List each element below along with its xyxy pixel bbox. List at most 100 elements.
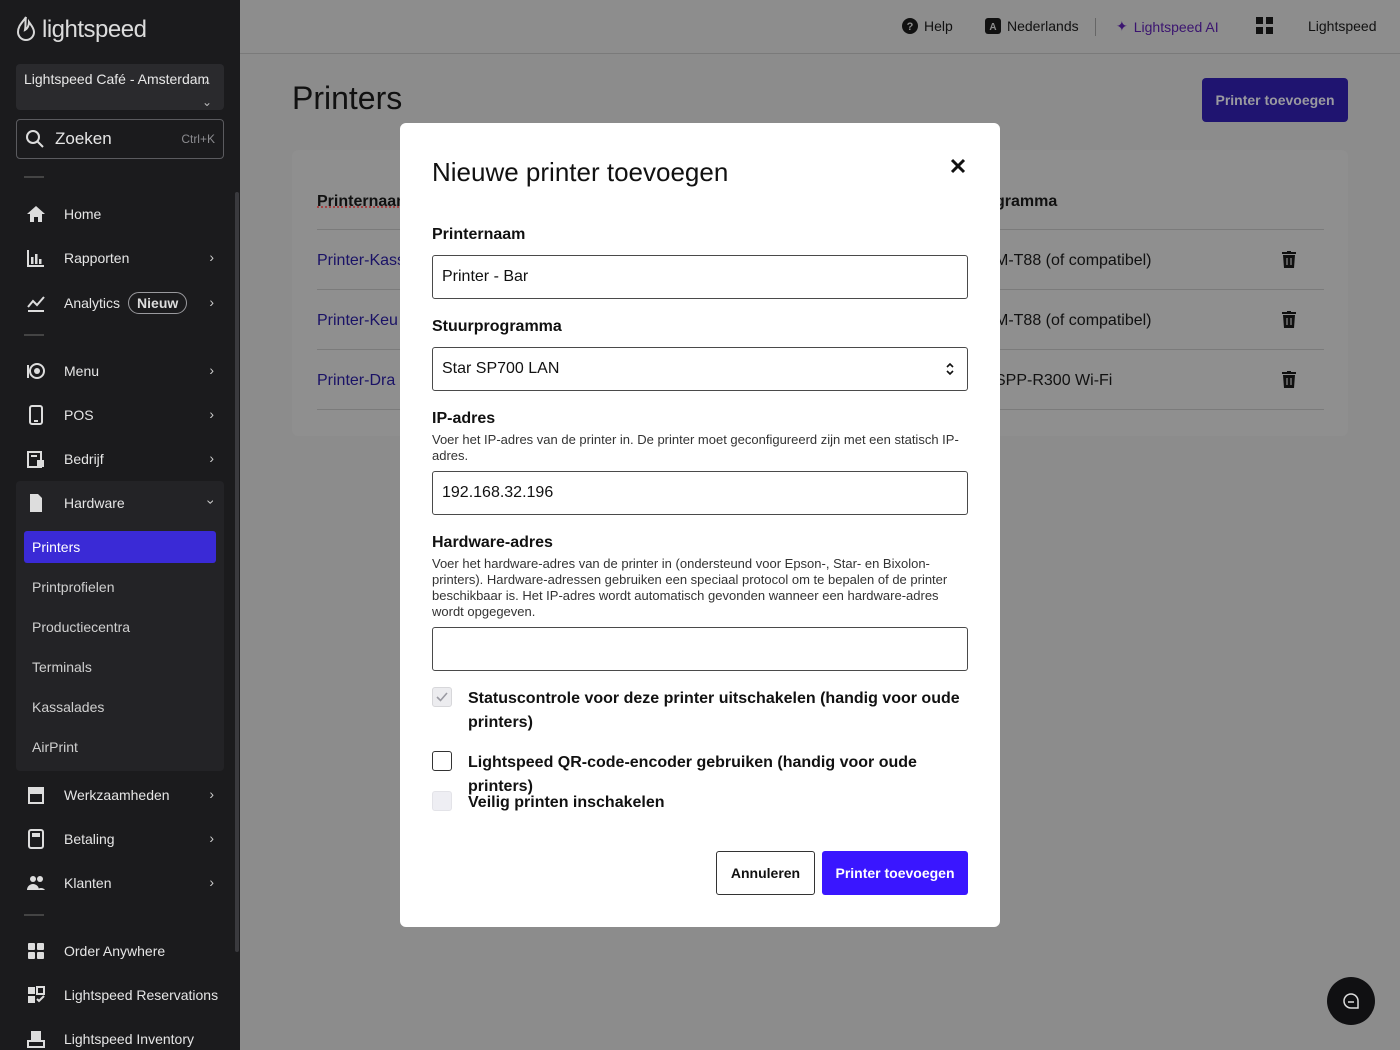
help-link[interactable]: ? Help — [902, 18, 953, 34]
chat-icon — [1343, 993, 1359, 1009]
table-row-name-link[interactable]: Printer-Keu — [317, 312, 398, 330]
nav-inventory-label: Lightspeed Inventory — [64, 1031, 194, 1047]
svg-text:A: A — [989, 22, 996, 33]
nav-bedrijf-label: Bedrijf — [64, 451, 104, 467]
people-icon — [24, 871, 48, 895]
nav-analytics[interactable]: Analytics Nieuw › — [16, 285, 224, 321]
sidebar-item-terminals[interactable]: Terminals — [24, 651, 216, 683]
nav-home-label: Home — [64, 206, 101, 222]
store-selector[interactable]: Lightspeed Café - Amsterdam ⌃ ⌄ — [16, 64, 224, 110]
chevron-right-icon: › — [209, 294, 214, 310]
nav-order-anywhere[interactable]: Order Anywhere — [16, 933, 224, 969]
nav-hardware[interactable]: Hardware › — [16, 485, 224, 521]
ai-label: Lightspeed AI — [1134, 19, 1219, 35]
nav-home[interactable]: Home — [16, 196, 224, 232]
chevron-right-icon: › — [209, 362, 214, 378]
column-header-driver: gramma — [995, 193, 1057, 211]
sidebar-item-airprint[interactable]: AirPrint — [24, 731, 216, 763]
printer-name-input[interactable] — [432, 255, 968, 299]
top-bar: ? Help A Nederlands ✦ Lightspeed AI Ligh… — [240, 0, 1400, 54]
chevron-right-icon: › — [209, 450, 214, 466]
nav-divider — [24, 176, 44, 178]
sidebar-item-printprofielen[interactable]: Printprofielen — [24, 571, 216, 603]
driver-selected-value: Star SP700 LAN — [442, 360, 559, 378]
table-row-name-link[interactable]: Printer-Kass — [317, 252, 405, 270]
chevron-right-icon: › — [209, 406, 214, 422]
nav-pos[interactable]: POS › — [16, 397, 224, 433]
language-label: Nederlands — [1007, 18, 1079, 34]
nav-inventory[interactable]: Lightspeed Inventory — [16, 1021, 224, 1050]
chat-button[interactable] — [1327, 977, 1375, 1025]
sidebar: lightspeed Lightspeed Café - Amsterdam ⌃… — [0, 0, 240, 1050]
nav-betaling[interactable]: Betaling › — [16, 821, 224, 857]
sidebar-scrollbar[interactable] — [235, 192, 239, 952]
payment-terminal-icon — [24, 827, 48, 851]
hardware-address-input[interactable] — [432, 627, 968, 671]
trash-icon[interactable] — [1282, 311, 1296, 329]
sidebar-item-kassalades[interactable]: Kassalades — [24, 691, 216, 723]
help-icon: ? — [902, 18, 918, 34]
menu-book-icon — [24, 359, 48, 383]
chevron-right-icon: › — [209, 249, 214, 265]
close-icon[interactable] — [948, 156, 968, 176]
chevron-right-icon: › — [209, 830, 214, 846]
secure-print-checkbox[interactable] — [432, 791, 452, 811]
nav-rapporten[interactable]: Rapporten › — [16, 240, 224, 276]
driver-select[interactable]: Star SP700 LAN — [432, 347, 968, 391]
table-row-driver: M-T88 (of compatibel) — [995, 252, 1152, 270]
apps-grid-button[interactable] — [1256, 17, 1274, 35]
nav-menu[interactable]: Menu › — [16, 353, 224, 389]
sidebar-item-productiecentra[interactable]: Productiecentra — [24, 611, 216, 643]
table-row-name-link[interactable]: Printer-Dra — [317, 372, 395, 390]
help-label: Help — [924, 18, 953, 34]
account-label: Lightspeed — [1308, 18, 1377, 34]
qr-encoder-checkbox[interactable] — [432, 751, 452, 771]
column-header-name[interactable]: Printernaam — [317, 193, 410, 211]
nav-reservations[interactable]: Lightspeed Reservations — [16, 977, 224, 1013]
trash-icon[interactable] — [1282, 371, 1296, 389]
grid-icon — [24, 939, 48, 963]
nav-hardware-label: Hardware — [64, 495, 125, 511]
chevron-right-icon: › — [209, 786, 214, 802]
printer-name-label: Printernaam — [432, 226, 525, 244]
nav-klanten[interactable]: Klanten › — [16, 865, 224, 901]
nav-klanten-label: Klanten — [64, 875, 111, 891]
account-menu[interactable]: Lightspeed — [1308, 18, 1377, 34]
sidebar-item-printers[interactable]: Printers — [24, 531, 216, 563]
secure-print-label: Veilig printen inschakelen — [468, 791, 968, 815]
archive-icon — [24, 783, 48, 807]
svg-text:?: ? — [907, 21, 914, 33]
nav-betaling-label: Betaling — [64, 831, 115, 847]
nav-pos-label: POS — [64, 407, 94, 423]
nav-bedrijf[interactable]: Bedrijf › — [16, 441, 224, 477]
nav-order-anywhere-label: Order Anywhere — [64, 943, 165, 959]
ip-address-input[interactable] — [432, 471, 968, 515]
chevron-updown-icon — [945, 361, 955, 377]
add-printer-dialog: Nieuwe printer toevoegen Printernaam Stu… — [400, 123, 1000, 927]
apps-grid-icon — [1256, 17, 1274, 35]
lightspeed-ai-link[interactable]: ✦ Lightspeed AI — [1116, 18, 1219, 35]
nav-rapporten-label: Rapporten — [64, 250, 129, 266]
lightspeed-logo[interactable]: lightspeed — [16, 16, 146, 44]
chevron-down-icon: › — [204, 500, 220, 505]
reservations-icon — [24, 983, 48, 1007]
store-name: Lightspeed Café - Amsterdam — [24, 71, 209, 87]
business-icon — [24, 447, 48, 471]
hardware-address-label: Hardware-adres — [432, 534, 553, 552]
add-printer-button[interactable]: Printer toevoegen — [1202, 78, 1348, 122]
logo-text: lightspeed — [42, 16, 146, 44]
trash-icon[interactable] — [1282, 251, 1296, 269]
status-check-checkbox[interactable] — [432, 687, 452, 707]
nav-werkzaamheden[interactable]: Werkzaamheden › — [16, 777, 224, 813]
nav-divider — [24, 914, 44, 916]
ip-address-help: Voer het IP-adres van de printer in. De … — [432, 432, 972, 464]
submit-add-printer-button[interactable]: Printer toevoegen — [822, 851, 968, 895]
page-title: Printers — [292, 80, 402, 117]
cancel-button[interactable]: Annuleren — [716, 851, 815, 895]
language-selector[interactable]: A Nederlands — [985, 18, 1079, 34]
status-check-label: Statuscontrole voor deze printer uitscha… — [468, 687, 968, 735]
tablet-icon — [24, 403, 48, 427]
search-input[interactable]: Zoeken Ctrl+K — [16, 119, 224, 159]
search-shortcut: Ctrl+K — [181, 132, 215, 146]
table-row-driver: M-T88 (of compatibel) — [995, 312, 1152, 330]
